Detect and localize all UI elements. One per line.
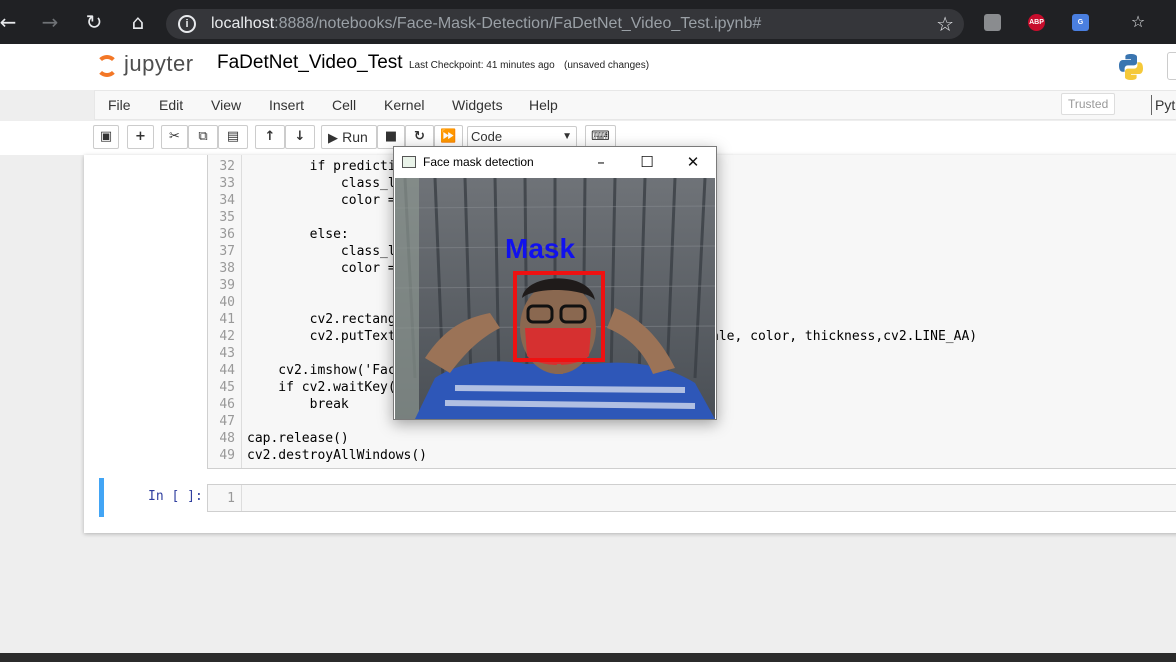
home-icon[interactable]: ⌂ [126,10,150,34]
run-button[interactable]: ▶ Run [321,125,377,149]
code-line: if cv2.waitKey( [247,380,396,395]
code-line-tail: ale, color, thickness,cv2.LINE_AA) [711,329,978,344]
address-bar[interactable]: i localhost:8888/notebooks/Face-Mask-Det… [166,9,964,39]
face-bounding-box [513,271,605,362]
browser-toolbar: ← → ↻ ⌂ i localhost:8888/notebooks/Face-… [0,0,1176,44]
close-icon[interactable]: ✕ [678,151,708,173]
python-logo-icon [1119,54,1143,80]
kernel-indicator[interactable]: Pyth [1155,97,1176,113]
menu-separator [1151,95,1152,115]
line-number: 43 [219,346,235,361]
line-number: 33 [219,176,235,191]
menu-widgets[interactable]: Widgets [452,97,503,113]
jupyter-logo-text: jupyter [124,51,194,76]
menu-kernel[interactable]: Kernel [384,97,424,113]
line-number: 40 [219,295,235,310]
window-title: Face mask detection [423,155,534,169]
line-number: 37 [219,244,235,259]
code-line: cap.release() [247,431,349,446]
line-number: 47 [219,414,235,429]
line-number: 38 [219,261,235,276]
webcam-frame: Mask [395,178,715,419]
forward-arrow-icon[interactable]: → [38,10,62,34]
menu-view[interactable]: View [211,97,241,113]
chevron-down-icon: ▼ [562,131,572,142]
minimize-icon[interactable]: – [586,151,616,173]
move-up-icon[interactable]: ↑ [255,125,285,149]
menu-insert[interactable]: Insert [269,97,304,113]
run-label: Run [342,129,368,145]
cell-type-value: Code [471,129,503,144]
reload-icon[interactable]: ↻ [82,10,106,34]
cell-input-area[interactable]: 1 [207,484,1176,512]
code-line: class_l [247,244,396,259]
back-arrow-icon[interactable]: ← [0,10,20,34]
line-number: 45 [219,380,235,395]
code-line: color = [247,261,396,276]
code-line: else: [247,227,349,242]
line-number: 35 [219,210,235,225]
detection-label: Mask [505,233,576,264]
paste-icon[interactable]: ▤ [218,125,248,149]
code-line: class_l [247,176,396,191]
trusted-indicator[interactable]: Trusted [1061,93,1116,115]
google-translate-icon[interactable]: G [1072,14,1089,31]
extension-puzzle-icon[interactable] [984,14,1001,31]
adblock-plus-icon[interactable]: ABP [1028,14,1045,31]
line-number: 32 [219,159,235,174]
line-number: 41 [219,312,235,327]
code-line: cv2.rectang [247,312,396,327]
url-host: localhost [211,15,275,32]
url-text: localhost:8888/notebooks/Face-Mask-Detec… [211,15,761,33]
menu-cell[interactable]: Cell [332,97,356,113]
menubar: File Edit View Insert Cell Kernel Widget… [94,90,1176,120]
line-number: 49 [219,448,235,463]
line-number: 42 [219,329,235,344]
logout-button[interactable] [1167,52,1176,80]
menu-edit[interactable]: Edit [159,97,183,113]
input-prompt: In [ ]: [148,489,203,504]
menu-help[interactable]: Help [529,97,558,113]
line-number: 39 [219,278,235,293]
autosave-status: (unsaved changes) [564,60,650,71]
window-app-icon [402,156,416,168]
jupyter-header: jupyter FaDetNet_Video_Test Last Checkpo… [0,44,1176,90]
run-icon: ▶ [328,131,338,146]
line-number: 1 [227,491,235,506]
window-titlebar[interactable]: Face mask detection – ☐ ✕ [394,147,716,178]
notebook-title[interactable]: FaDetNet_Video_Test [217,52,403,74]
code-line: if predicti [247,159,396,174]
line-gutter: 32 33 34 35 36 37 38 39 40 41 42 43 44 4… [208,155,242,468]
line-gutter: 1 [208,485,242,511]
line-number: 46 [219,397,235,412]
opencv-window[interactable]: Face mask detection – ☐ ✕ Mask [393,146,717,420]
bookmark-star-icon[interactable]: ☆ [936,12,954,36]
code-line: color = [247,193,396,208]
save-icon[interactable]: ▣ [93,125,119,149]
favorites-icon[interactable]: ☆ [1126,10,1150,34]
insert-cell-icon[interactable]: + [127,125,154,149]
url-path: :8888/notebooks/Face-Mask-Detection/FaDe… [274,15,762,32]
menu-file[interactable]: File [108,97,131,113]
copy-icon[interactable]: ⧉ [188,125,218,149]
line-number: 44 [219,363,235,378]
code-line: cv2.destroyAllWindows() [247,448,428,463]
code-line: cv2.imshow('Fac [247,363,396,378]
maximize-icon[interactable]: ☐ [632,151,662,173]
empty-code-cell[interactable]: In [ ]: 1 [99,478,1176,517]
line-number: 34 [219,193,235,208]
cell-type-select[interactable]: Code ▼ [467,126,577,148]
cut-icon[interactable]: ✂ [161,125,188,149]
site-info-icon[interactable]: i [178,15,196,33]
line-number: 36 [219,227,235,242]
line-number: 48 [219,431,235,446]
move-down-icon[interactable]: ↓ [285,125,315,149]
jupyter-logo-icon [96,55,118,77]
last-checkpoint: Last Checkpoint: 41 minutes ago [409,60,555,71]
taskbar-edge [0,653,1176,662]
code-line: cv2.putText [247,329,396,344]
code-line: break [247,397,349,412]
